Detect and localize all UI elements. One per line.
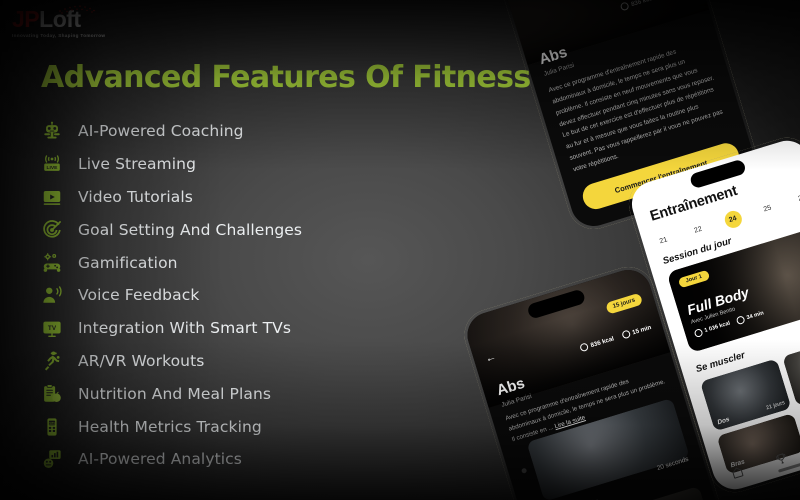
feature-label: Goal Setting And Challenges — [78, 220, 303, 239]
feature-item-ar-vr-workouts[interactable]: AR/VR Workouts — [40, 345, 370, 378]
feature-item-health-metrics-tracking[interactable]: 121 Health Metrics Tracking — [40, 410, 370, 443]
feature-label: AR/VR Workouts — [78, 351, 205, 370]
feature-item-gamification[interactable]: Gamification — [40, 246, 370, 279]
feature-item-voice-feedback[interactable]: Voice Feedback — [40, 279, 370, 312]
feature-item-ai-powered-coaching[interactable]: AI-Powered Coaching — [40, 115, 370, 148]
live-broadcast-icon: LIVE — [40, 152, 64, 176]
logo-text-jp: JP — [12, 6, 40, 32]
clipboard-apple-icon — [40, 382, 64, 406]
feature-label: Video Tutorials — [78, 187, 193, 206]
feature-list: AI-Powered Coaching LIVE Live Streaming — [40, 115, 370, 476]
feature-item-live-streaming[interactable]: LIVE Live Streaming — [40, 148, 370, 181]
analytics-chart-icon — [40, 447, 64, 471]
logo-wordmark: JPLoft — [12, 5, 112, 32]
poster-canvas: JPLoft Innovating Today, Shaping Tomorro… — [0, 0, 800, 500]
logo-tagline: Innovating Today, Shaping Tomorrow — [12, 33, 106, 38]
logo-dots-decoration — [59, 5, 95, 14]
target-icon — [40, 218, 64, 242]
feature-item-nutrition-meal-plans[interactable]: Nutrition And Meal Plans — [40, 377, 370, 410]
feature-label: AI-Powered Coaching — [78, 122, 244, 141]
svg-text:LIVE: LIVE — [47, 165, 59, 171]
voice-person-icon — [40, 283, 64, 307]
feature-label: Health Metrics Tracking — [78, 417, 262, 436]
feature-item-smart-tv-integration[interactable]: TV Integration With Smart TVs — [40, 312, 370, 345]
metrics-device-icon: 121 — [40, 415, 64, 439]
svg-text:121: 121 — [49, 421, 55, 425]
feature-label: Nutrition And Meal Plans — [78, 384, 272, 403]
feature-label: Live Streaming — [78, 155, 197, 174]
video-play-icon — [40, 185, 64, 209]
brand-logo: JPLoft Innovating Today, Shaping Tomorro… — [12, 5, 112, 38]
page-title: Advanced Features Of Fitness App — [41, 60, 605, 95]
tv-icon: TV — [40, 316, 64, 340]
feature-label: Integration With Smart TVs — [78, 319, 292, 338]
feature-item-goal-setting[interactable]: Goal Setting And Challenges — [40, 213, 370, 246]
robot-icon — [40, 119, 64, 143]
feature-label: Voice Feedback — [78, 286, 200, 305]
gamepad-icon — [40, 251, 64, 275]
feature-item-ai-powered-analytics[interactable]: AI-Powered Analytics — [40, 443, 370, 476]
vr-runner-icon — [40, 349, 64, 373]
svg-text:TV: TV — [48, 325, 57, 332]
feature-item-video-tutorials[interactable]: Video Tutorials — [40, 181, 370, 214]
feature-label: Gamification — [78, 253, 178, 272]
feature-label: AI-Powered Analytics — [78, 450, 242, 469]
